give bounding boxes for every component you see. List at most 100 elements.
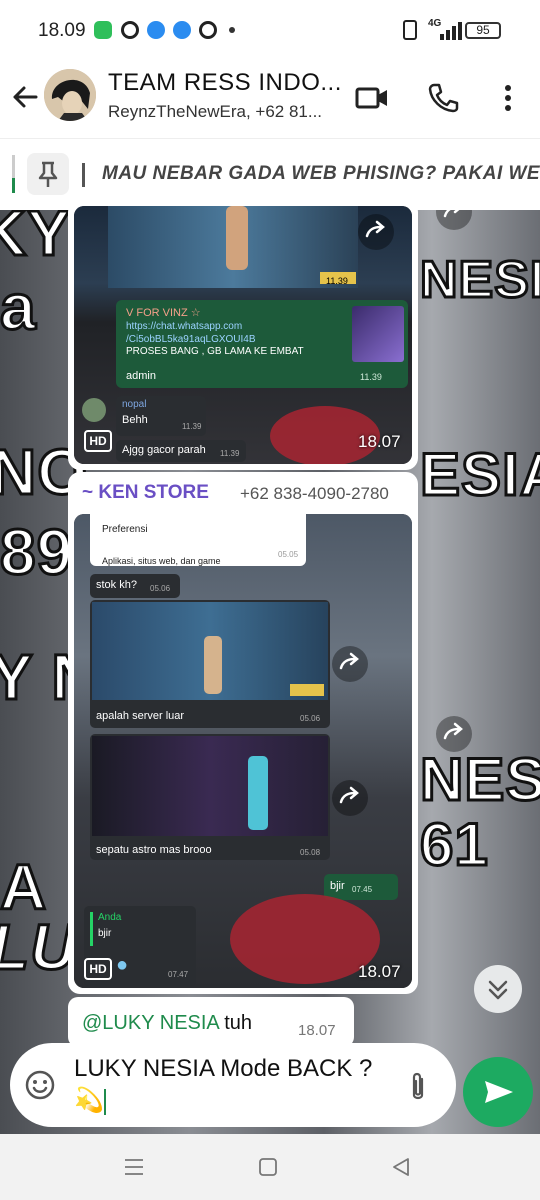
message-text: @LUKY NESIA tuh (82, 1012, 252, 1035)
game-screenshot (108, 206, 358, 288)
sender-phone: +62 838-4090-2780 (240, 484, 389, 503)
text-caret (103, 1088, 106, 1115)
message-time: 18.07 (358, 962, 401, 981)
wallpaper-text: a (0, 270, 37, 345)
forward-icon[interactable] (332, 646, 368, 682)
group-members[interactable]: ReynzTheNewEra, +62 81... (108, 102, 322, 122)
nopal-name: nopal (122, 399, 147, 410)
back-icon[interactable] (390, 1156, 412, 1178)
message-input-bar[interactable]: LUKY NESIA Mode BACK ? 💫 (10, 1043, 456, 1127)
sepatu-time: 05.08 (300, 848, 321, 857)
pinned-indicator (12, 155, 15, 193)
sepatu-message: sepatu astro mas brooo 05.08 (90, 734, 330, 860)
game-screenshot (92, 736, 328, 836)
send-icon (485, 1081, 513, 1103)
app-icon (121, 21, 139, 39)
wallpaper-text: ESIA (418, 440, 540, 510)
group-title[interactable]: TEAM RESS INDO... (108, 69, 342, 97)
nopal-avatar (82, 398, 106, 422)
chevron-double-down-icon (488, 980, 508, 1000)
scroll-to-bottom-button[interactable] (474, 965, 522, 1013)
bjir-text: bjir (330, 880, 345, 892)
message-input[interactable]: LUKY NESIA Mode BACK ? 💫 (74, 1053, 394, 1117)
preferensi-time: 05.05 (278, 550, 299, 559)
wallpaper-text: 61 (419, 810, 490, 880)
wallpaper-text: NES (418, 745, 540, 815)
more-notifications-dot (229, 27, 235, 33)
video-call-icon[interactable] (354, 80, 390, 116)
back-arrow-icon[interactable] (10, 82, 40, 112)
quote-bar (90, 912, 93, 946)
card-title: V FOR VINZ ☆ (126, 307, 201, 319)
album-image[interactable]: Preferensi Aplikasi, situs web, dan game… (74, 514, 412, 988)
anda-time: 07.47 (168, 970, 189, 979)
stok-message: stok kh? 05.06 (90, 574, 180, 598)
card-sender: admin (126, 370, 156, 382)
server-message: apalah server luar 05.06 (90, 600, 330, 728)
status-time: 18.09 (38, 20, 86, 41)
send-button[interactable] (463, 1057, 533, 1127)
system-navigation-bar (0, 1134, 540, 1200)
more-options-icon[interactable] (490, 80, 526, 116)
link-preview-card[interactable]: V FOR VINZ ☆ https://chat.whatsapp.com /… (116, 300, 408, 388)
preferensi-card: Preferensi Aplikasi, situs web, dan game… (90, 514, 306, 566)
forward-icon[interactable] (436, 716, 472, 752)
phone-call-icon[interactable] (425, 80, 461, 116)
message-time: 18.07 (298, 1022, 336, 1039)
forward-icon[interactable] (358, 214, 394, 250)
gacor-time: 11.39 (220, 449, 240, 458)
anda-text: bjir (98, 928, 112, 939)
app-icon (199, 21, 217, 39)
wallpaper-text: NESIA (419, 250, 540, 311)
pin-button[interactable] (27, 153, 69, 195)
gacor-message: Ajgg gacor parah 11.39 (116, 440, 246, 462)
bjir-message: bjir 07.45 (324, 874, 398, 900)
card-time: 11.39 (360, 372, 382, 382)
hd-badge: HD (84, 430, 112, 452)
attach-icon[interactable] (406, 1071, 430, 1103)
pin-icon (38, 161, 58, 187)
card-caption: PROSES BANG , GB LAMA KE EMBAT (126, 346, 304, 357)
emoji-icon[interactable] (24, 1069, 56, 1101)
forward-icon[interactable] (332, 780, 368, 816)
nopal-message: nopal Behh 11.39 (116, 396, 206, 436)
wallpaper-text: KY (0, 210, 71, 271)
vibrate-icon (403, 20, 417, 40)
home-icon[interactable] (257, 1156, 279, 1178)
sender-name[interactable]: ~ KEN STORE (82, 482, 209, 504)
game-screenshot (92, 602, 328, 700)
wallpaper-text: 89 (0, 515, 74, 590)
chat-header: TEAM RESS INDO... ReynzTheNewEra, +62 81… (0, 62, 540, 138)
stok-time: 05.06 (150, 584, 171, 593)
signal-icon (440, 22, 462, 40)
whatsapp-business-icon (94, 21, 112, 39)
anda-name: Anda (98, 912, 122, 923)
emoji-icon: ● (116, 954, 129, 976)
card-thumbnail (352, 306, 404, 362)
status-bar: 18.09 4G 95 (0, 0, 540, 62)
stok-text: stok kh? (96, 579, 137, 591)
hd-badge: HD (84, 958, 112, 980)
message-rest: tuh (218, 1012, 253, 1034)
avatar[interactable] (44, 69, 96, 121)
server-text: apalah server luar (96, 710, 185, 722)
forward-icon[interactable] (436, 210, 472, 230)
pinned-separator (82, 163, 85, 187)
card-link[interactable]: https://chat.whatsapp.com /Ci5obBL5ka91a… (126, 320, 256, 346)
sepatu-text: sepatu astro mas brooo (96, 844, 212, 856)
nopal-text: Behh (122, 414, 148, 426)
recent-apps-icon[interactable] (123, 1156, 145, 1178)
bjir-time: 07.45 (352, 885, 373, 894)
gacor-text: Ajgg gacor parah (122, 444, 206, 456)
wallpaper-text: LU (0, 910, 78, 985)
shot-time: 11.39 (326, 276, 348, 286)
message-time: 18.07 (358, 432, 401, 451)
battery-icon: 95 (465, 22, 501, 39)
mention-link[interactable]: @LUKY NESIA (82, 1012, 219, 1034)
preferensi-title: Preferensi (102, 524, 148, 535)
app-icon (147, 21, 165, 39)
preferensi-subtitle: Aplikasi, situs web, dan game (102, 556, 221, 566)
server-time: 05.06 (300, 714, 321, 723)
nopal-time: 11.39 (182, 422, 202, 431)
message-input-text: LUKY NESIA Mode BACK ? 💫 (74, 1055, 373, 1114)
